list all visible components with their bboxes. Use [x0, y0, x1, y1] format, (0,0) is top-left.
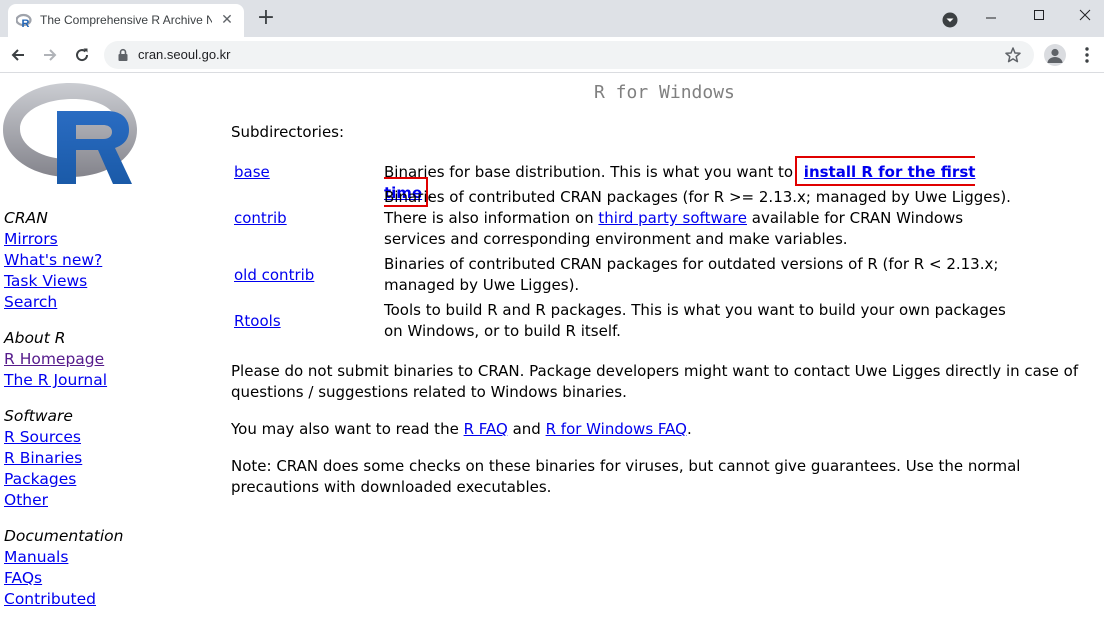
binaries-note-paragraph: Please do not submit binaries to CRAN. P…: [231, 362, 1079, 401]
sidebar-link-other[interactable]: Other: [4, 490, 204, 511]
subdirectories-label: Subdirectories:: [231, 123, 345, 141]
bookmark-star-icon[interactable]: [1004, 46, 1022, 64]
sidebar-heading: CRAN: [4, 209, 48, 227]
link-base[interactable]: base: [234, 162, 270, 183]
row-description-text: There is also information on: [384, 209, 599, 227]
address-bar[interactable]: cran.seoul.go.kr: [104, 41, 1034, 69]
third-party-software-link[interactable]: third party software: [598, 209, 747, 227]
reload-button[interactable]: [70, 43, 94, 67]
sidebar-group-software: Software R Sources R Binaries Packages O…: [4, 406, 204, 511]
link-rtools[interactable]: Rtools: [234, 311, 281, 332]
virus-check-paragraph: Note: CRAN does some checks on these bin…: [231, 457, 1021, 496]
arrow-left-icon: [11, 49, 24, 61]
window-minimize-button[interactable]: [968, 0, 1014, 30]
paragraph-text: .: [686, 420, 692, 438]
row-description: Binaries of contributed CRAN packages (f…: [384, 187, 1024, 250]
row-description-text: Binaries for base distribution. This is …: [384, 163, 798, 181]
link-contrib[interactable]: contrib: [234, 208, 287, 229]
sidebar-heading: About R: [4, 329, 66, 347]
lock-icon[interactable]: [116, 48, 130, 62]
close-icon: [1079, 9, 1091, 21]
tab-title: The Comprehensive R Archive N: [40, 13, 212, 27]
tab-close-icon[interactable]: ✕: [218, 11, 236, 29]
new-tab-plus-icon[interactable]: +: [256, 7, 276, 29]
r-logo-favicon-icon: R: [16, 13, 32, 29]
tab-strip: R The Comprehensive R Archive N ✕ +: [0, 0, 1104, 37]
row-description: Binaries of contributed CRAN packages fo…: [384, 255, 999, 294]
window-close-button[interactable]: [1062, 0, 1104, 30]
r-windows-faq-link[interactable]: R for Windows FAQ: [546, 420, 687, 438]
url-text[interactable]: cran.seoul.go.kr: [138, 47, 231, 62]
profile-avatar-icon[interactable]: [1044, 44, 1066, 66]
maximize-icon: [1034, 10, 1044, 20]
faq-paragraph: You may also want to read the R FAQ and …: [231, 419, 1091, 440]
sidebar-heading: Documentation: [4, 527, 124, 545]
sidebar-group-documentation: Documentation Manuals FAQs Contributed: [4, 526, 204, 610]
link-old-contrib[interactable]: old contrib: [234, 265, 314, 286]
page-title: R for Windows: [594, 82, 735, 103]
sidebar-nav: CRAN Mirrors What's new? Task Views Sear…: [4, 208, 204, 625]
arrow-right-icon: [44, 49, 57, 61]
r-faq-link[interactable]: R FAQ: [464, 420, 508, 438]
sidebar-link-task-views[interactable]: Task Views: [4, 271, 204, 292]
more-menu-icon[interactable]: [1078, 45, 1096, 65]
page-content: CRAN Mirrors What's new? Task Views Sear…: [0, 74, 1104, 641]
r-logo[interactable]: [3, 83, 137, 185]
sidebar-link-r-binaries[interactable]: R Binaries: [4, 448, 204, 469]
sidebar-group-cran: CRAN Mirrors What's new? Task Views Sear…: [4, 208, 204, 313]
sidebar-heading: Software: [4, 407, 73, 425]
sidebar-link-r-homepage[interactable]: R Homepage: [4, 349, 204, 370]
tab-search-icon[interactable]: [942, 12, 958, 28]
sidebar-link-mirrors[interactable]: Mirrors: [4, 229, 204, 250]
sidebar-link-search[interactable]: Search: [4, 292, 204, 313]
back-button[interactable]: [6, 43, 30, 67]
row-description-text: Binaries of contributed CRAN packages (f…: [384, 188, 1011, 206]
sidebar-link-packages[interactable]: Packages: [4, 469, 204, 490]
sidebar-link-r-journal[interactable]: The R Journal: [4, 370, 204, 391]
sidebar-link-r-sources[interactable]: R Sources: [4, 427, 204, 448]
sidebar-link-faqs[interactable]: FAQs: [4, 568, 204, 589]
paragraph-text: You may also want to read the: [231, 420, 464, 438]
sidebar-group-about-r: About R R Homepage The R Journal: [4, 328, 204, 391]
sidebar-link-contributed[interactable]: Contributed: [4, 589, 204, 610]
forward-button[interactable]: [38, 43, 62, 67]
browser-tab[interactable]: R The Comprehensive R Archive N ✕: [8, 4, 244, 37]
minimize-icon: [986, 17, 996, 19]
svg-text:R: R: [22, 18, 30, 29]
browser-toolbar: cran.seoul.go.kr: [0, 37, 1104, 73]
window-maximize-button[interactable]: [1016, 0, 1062, 30]
paragraph-text: and: [507, 420, 546, 438]
sidebar-link-whats-new[interactable]: What's new?: [4, 250, 204, 271]
reload-icon: [76, 48, 89, 62]
sidebar-link-manuals[interactable]: Manuals: [4, 547, 204, 568]
row-description: Tools to build R and R packages. This is…: [384, 301, 1006, 340]
